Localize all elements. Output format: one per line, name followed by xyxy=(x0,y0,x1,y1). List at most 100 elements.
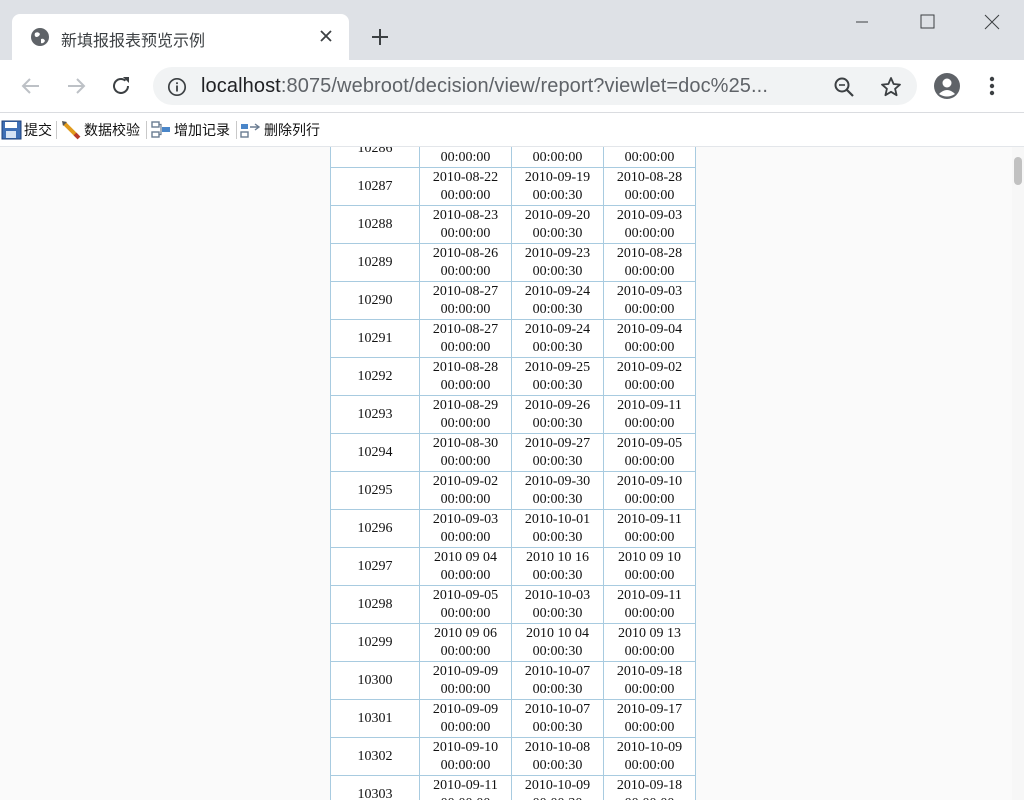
date-cell[interactable]: 2010-10-09 00:00:30 xyxy=(511,775,604,800)
date-cell[interactable]: 2010 10 04 00:00:30 xyxy=(511,623,604,662)
date-cell[interactable]: 2010-09-05 00:00:00 xyxy=(419,585,512,624)
bookmark-star-icon[interactable] xyxy=(879,75,903,99)
time-value: 00:00:00 xyxy=(624,301,675,317)
date-cell[interactable]: 2010-08-28 00:00:00 xyxy=(419,357,512,396)
order-id-cell[interactable]: 10300 xyxy=(330,661,420,700)
date-cell[interactable]: 2010-09-25 00:00:30 xyxy=(511,357,604,396)
profile-avatar-icon[interactable] xyxy=(934,73,960,99)
maximize-icon[interactable] xyxy=(915,12,939,32)
order-id-cell[interactable]: 10287 xyxy=(330,167,420,206)
order-id-cell[interactable]: 10286 xyxy=(330,147,420,168)
date-cell[interactable]: 2010-10-09 00:00:00 xyxy=(603,737,696,776)
order-id-cell[interactable]: 10299 xyxy=(330,623,420,662)
date-cell[interactable]: 2010-09-05 00:00:00 xyxy=(603,433,696,472)
order-id-cell[interactable]: 10297 xyxy=(330,547,420,586)
date-cell[interactable]: 2010-09-10 00:00:00 xyxy=(603,471,696,510)
date-value: 2010-10-07 xyxy=(524,701,591,717)
order-id-cell[interactable]: 10296 xyxy=(330,509,420,548)
date-cell[interactable]: 2010-10-07 00:00:30 xyxy=(511,699,604,738)
date-cell[interactable]: 2010-09-09 00:00:00 xyxy=(419,699,512,738)
date-cell[interactable]: 2010-09-11 00:00:00 xyxy=(419,775,512,800)
order-id-cell[interactable]: 10291 xyxy=(330,319,420,358)
date-cell[interactable]: 2010-08-27 00:00:00 xyxy=(419,281,512,320)
minimize-icon[interactable] xyxy=(850,12,874,32)
zoom-icon[interactable] xyxy=(833,76,855,98)
date-cell[interactable]: 2010-09-18 00:00:00 xyxy=(603,661,696,700)
date-cell[interactable]: 2010 09 10 00:00:00 xyxy=(603,547,696,586)
date-cell[interactable]: 2010-08-23 00:00:00 xyxy=(419,205,512,244)
validate-button[interactable]: 数据校验 xyxy=(61,120,140,140)
date-cell[interactable]: 2010-09-11 00:00:00 xyxy=(603,395,696,434)
date-cell[interactable]: 2010-09-24 00:00:30 xyxy=(511,319,604,358)
date-cell[interactable]: 2010-09-19 00:00:30 xyxy=(511,167,604,206)
more-menu-icon[interactable] xyxy=(982,75,1002,97)
time-value: 00:00:00 xyxy=(440,757,491,773)
date-cell[interactable]: 2010-09-0100:00:00 xyxy=(603,147,696,168)
new-tab-icon[interactable] xyxy=(368,25,392,49)
date-cell[interactable]: 2010-09-11 00:00:00 xyxy=(603,585,696,624)
delete-row-button[interactable]: 删除列行 xyxy=(240,120,320,140)
forward-icon[interactable] xyxy=(64,74,88,98)
browser-tab[interactable]: 新填报报表预览示例 xyxy=(12,14,349,60)
date-cell[interactable]: 2010-09-02 00:00:00 xyxy=(603,357,696,396)
back-icon[interactable] xyxy=(19,74,43,98)
date-cell[interactable]: 2010-09-23 00:00:30 xyxy=(511,243,604,282)
date-cell[interactable]: 2010-09-24 00:00:30 xyxy=(511,281,604,320)
date-cell[interactable]: 2010-09-09 00:00:00 xyxy=(419,661,512,700)
order-id-cell[interactable]: 10293 xyxy=(330,395,420,434)
date-cell[interactable]: 2010-09-10 00:00:00 xyxy=(419,737,512,776)
date-cell[interactable]: 2010 09 13 00:00:00 xyxy=(603,623,696,662)
date-cell[interactable]: 2010-08-2200:00:00 xyxy=(419,167,512,206)
date-cell[interactable]: 2010-09-18 00:00:00 xyxy=(603,775,696,800)
order-id-cell[interactable]: 10303 xyxy=(330,775,420,800)
date-cell[interactable]: 2010 09 04 00:00:00 xyxy=(419,547,512,586)
date-cell[interactable]: 2010-09-03 00:00:00 xyxy=(603,281,696,320)
date-cell[interactable]: 2010-09-17 00:00:00 xyxy=(603,699,696,738)
url-text[interactable]: localhost:8075/webroot/decision/view/rep… xyxy=(201,75,768,98)
order-id-cell[interactable]: 10288 xyxy=(330,205,420,244)
date-cell[interactable]: 2010-09-03 00:00:00 xyxy=(419,509,512,548)
address-bar[interactable]: localhost:8075/webroot/decision/view/rep… xyxy=(153,67,917,105)
order-id-cell[interactable]: 10290 xyxy=(330,281,420,320)
order-id-cell[interactable]: 10292 xyxy=(330,357,420,396)
date-cell[interactable]: 2010 10 16 00:00:30 xyxy=(511,547,604,586)
reload-icon[interactable] xyxy=(109,74,133,98)
report-viewport[interactable]: 102862010-08-2200:00:002010-09-1900:00:0… xyxy=(0,147,1012,800)
date-cell[interactable]: 2010-08-27 00:00:00 xyxy=(419,319,512,358)
date-cell[interactable]: 2010-09-1900:00:00 xyxy=(511,147,604,168)
window-close-icon[interactable] xyxy=(980,12,1004,32)
info-icon[interactable] xyxy=(167,77,187,97)
date-cell[interactable]: 2010-08-28 00:00:00 xyxy=(603,243,696,282)
date-cell[interactable]: 2010-10-03 00:00:30 xyxy=(511,585,604,624)
close-icon[interactable] xyxy=(316,26,336,46)
add-record-button[interactable]: 增加记录 xyxy=(150,120,230,140)
date-cell[interactable]: 2010-08-28 00:00:00 xyxy=(603,167,696,206)
order-id-cell[interactable]: 10298 xyxy=(330,585,420,624)
date-cell[interactable]: 2010-10-08 00:00:30 xyxy=(511,737,604,776)
date-cell[interactable]: 2010-08-26 00:00:00 xyxy=(419,243,512,282)
date-cell[interactable]: 2010-08-2200:00:00 xyxy=(419,147,512,168)
date-cell[interactable]: 2010-08-29 00:00:00 xyxy=(419,395,512,434)
order-id-cell[interactable]: 10289 xyxy=(330,243,420,282)
date-cell[interactable]: 2010-08-30 00:00:00 xyxy=(419,433,512,472)
time-value: 00:00:00 xyxy=(624,719,675,735)
date-cell[interactable]: 2010 09 06 00:00:00 xyxy=(419,623,512,662)
date-cell[interactable]: 2010-09-30 00:00:30 xyxy=(511,471,604,510)
date-cell[interactable]: 2010-09-02 00:00:00 xyxy=(419,471,512,510)
order-id-cell[interactable]: 10295 xyxy=(330,471,420,510)
date-cell[interactable]: 2010-09-20 00:00:30 xyxy=(511,205,604,244)
vertical-scrollbar[interactable] xyxy=(1012,147,1024,800)
scrollbar-thumb[interactable] xyxy=(1014,157,1022,185)
date-cell[interactable]: 2010-09-11 00:00:00 xyxy=(603,509,696,548)
date-cell[interactable]: 2010-09-27 00:00:30 xyxy=(511,433,604,472)
date-cell[interactable]: 2010-10-07 00:00:30 xyxy=(511,661,604,700)
date-cell[interactable]: 2010-09-03 00:00:00 xyxy=(603,205,696,244)
order-id-cell[interactable]: 10302 xyxy=(330,737,420,776)
order-id-cell[interactable]: 10294 xyxy=(330,433,420,472)
order-id-cell[interactable]: 10301 xyxy=(330,699,420,738)
date-value: 2010-09-20 xyxy=(524,207,591,223)
submit-button[interactable]: 提交 xyxy=(1,120,52,140)
date-cell[interactable]: 2010-09-26 00:00:30 xyxy=(511,395,604,434)
date-cell[interactable]: 2010-09-04 00:00:00 xyxy=(603,319,696,358)
date-cell[interactable]: 2010-10-01 00:00:30 xyxy=(511,509,604,548)
